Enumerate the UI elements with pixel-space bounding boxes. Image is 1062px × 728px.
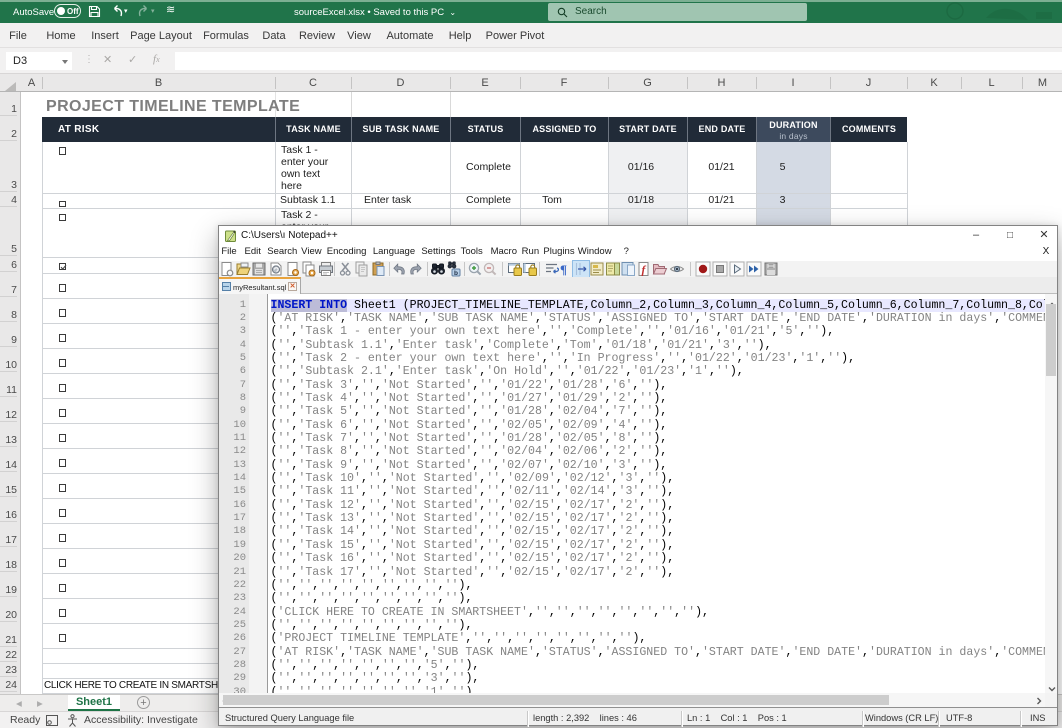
svg-text:¶: ¶ xyxy=(560,262,567,277)
svg-text:b: b xyxy=(454,270,458,277)
